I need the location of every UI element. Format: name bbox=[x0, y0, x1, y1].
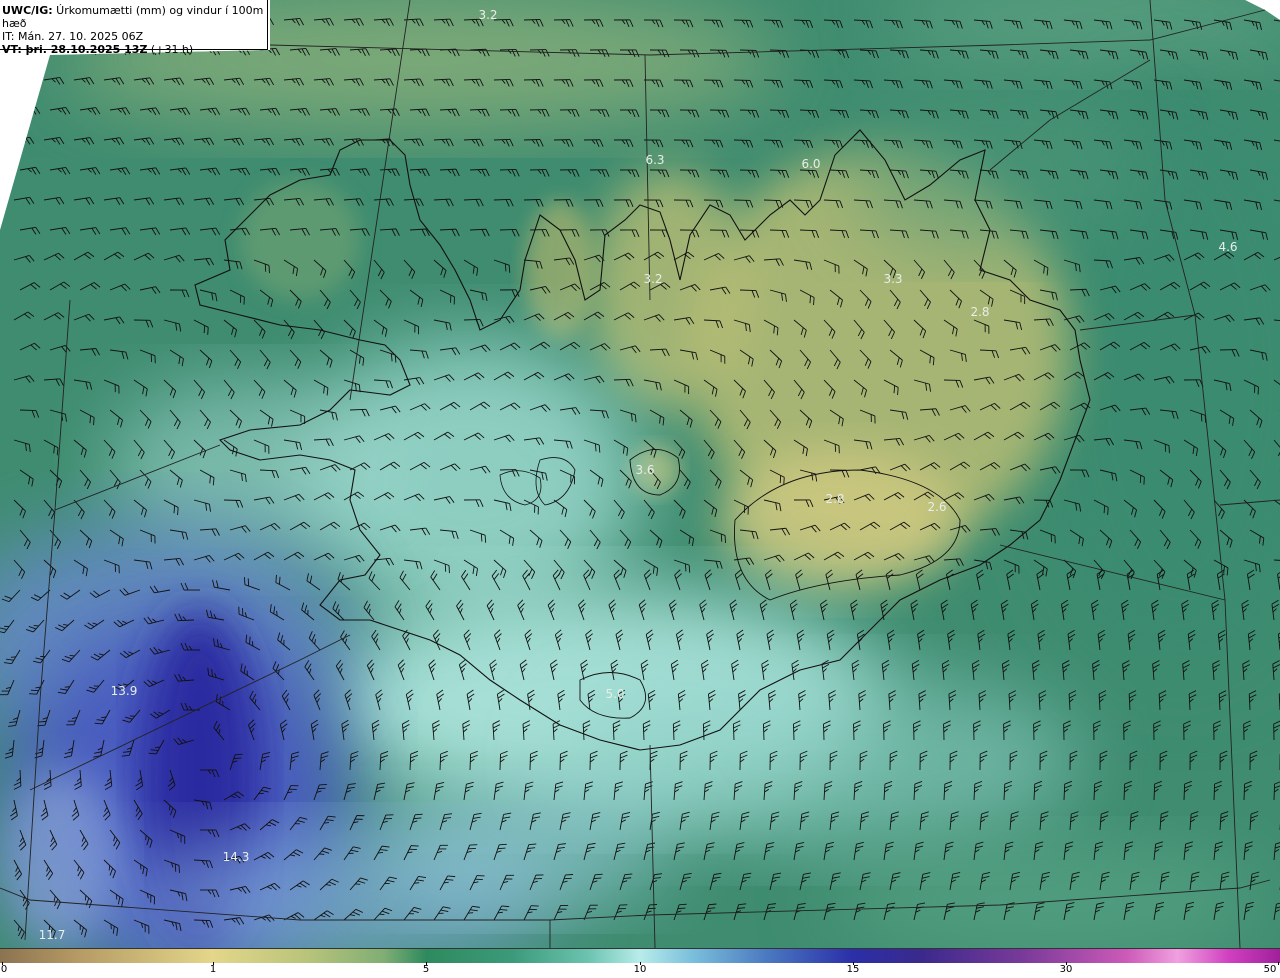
colorbar-tick-label: 30 bbox=[1059, 964, 1073, 975]
header-lead: (+31 h) bbox=[147, 43, 194, 56]
map-header: UWC/IG: Úrkomumætti (mm) og vindur í 100… bbox=[0, 0, 268, 56]
map-value-label: 2.6 bbox=[927, 500, 947, 514]
header-model: UWC/IG: bbox=[2, 4, 53, 17]
map-value-label: 13.9 bbox=[110, 684, 138, 698]
colorbar-tick-label: 15 bbox=[846, 964, 860, 975]
colorbar-tick-label: 5 bbox=[422, 964, 430, 975]
colorbar-ticks: 0 1 5 10 15 30 50 bbox=[0, 962, 1280, 978]
map-value-label: 4.6 bbox=[1218, 240, 1238, 254]
map-value-label: 5.0 bbox=[605, 687, 625, 701]
map-value-label: 2.8 bbox=[825, 492, 845, 506]
map-value-label: 3.2 bbox=[643, 272, 663, 286]
forecast-map: UWC/IG: Úrkomumætti (mm) og vindur í 100… bbox=[0, 0, 1280, 978]
map-value-label: 6.3 bbox=[645, 153, 665, 167]
header-it-line: IT: Mán. 27. 10. 2025 06Z bbox=[2, 30, 144, 43]
map-value-label: 14.3 bbox=[222, 850, 250, 864]
colorbar-tick-label: 50 bbox=[1263, 964, 1277, 975]
map-value-label: 3.2 bbox=[478, 8, 498, 22]
colorbar-tick-label: 1 bbox=[209, 964, 217, 975]
colorbar-tick-label: 0 bbox=[0, 964, 8, 975]
precip-colorbar bbox=[0, 948, 1280, 963]
map-value-label: 3.6 bbox=[635, 463, 655, 477]
map-value-label: 3.3 bbox=[883, 272, 903, 286]
map-value-label: 2.8 bbox=[970, 305, 990, 319]
header-vt-line: VT: þri. 28.10.2025 13Z (+31 h) bbox=[2, 43, 267, 56]
map-value-label: 6.0 bbox=[801, 157, 821, 171]
header-title-line: UWC/IG: Úrkomumætti (mm) og vindur í 100… bbox=[2, 4, 267, 30]
colorbar-tick-label: 10 bbox=[633, 964, 647, 975]
header-vt: VT: þri. 28.10.2025 13Z bbox=[2, 43, 148, 56]
map-value-label: 11.7 bbox=[38, 928, 66, 942]
